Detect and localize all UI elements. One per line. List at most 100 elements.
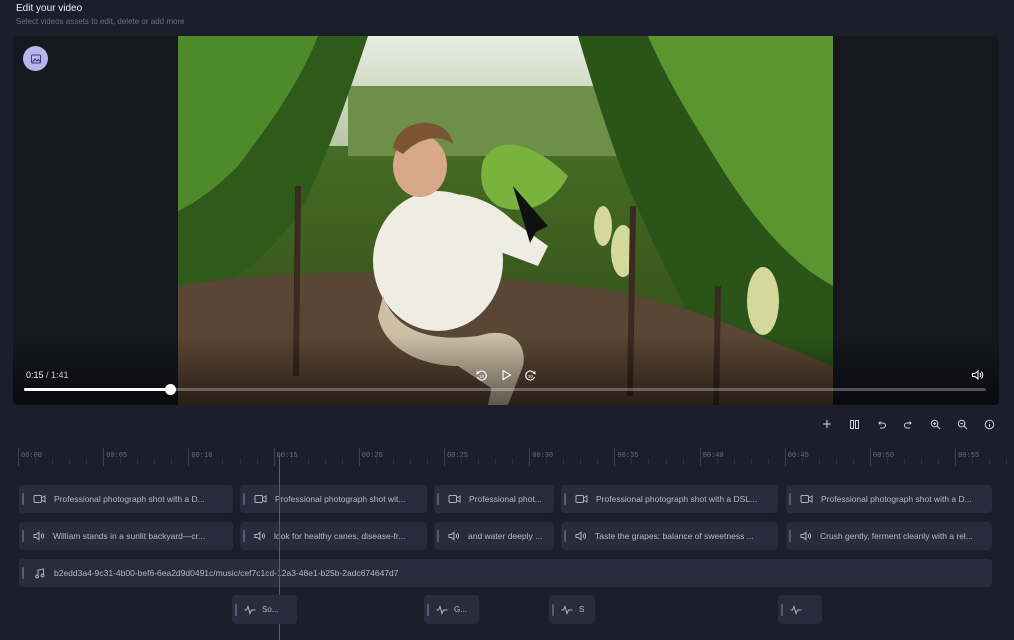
ruler-tick: [188, 448, 190, 466]
video-clip[interactable]: Professional phot...: [434, 485, 554, 513]
clip-trim-handle[interactable]: [22, 530, 24, 542]
voiceover-track: William stands in a sunlit backyard—cr..…: [19, 522, 992, 550]
voice-clip[interactable]: Crush gently, ferment cleanly with a rel…: [786, 522, 992, 550]
sound-effect-label: So...: [262, 605, 279, 614]
clip-trim-handle[interactable]: [781, 603, 783, 616]
progress-handle[interactable]: [164, 384, 176, 395]
video-clip[interactable]: Professional photograph shot with a D...: [19, 485, 233, 513]
ruler-minor-tick: [631, 458, 633, 464]
ruler-minor-tick: [307, 458, 309, 464]
zoom-in-button[interactable]: [928, 417, 942, 431]
speaker-icon: [448, 531, 460, 541]
zoom-in-icon: [930, 419, 940, 429]
video-camera-icon: [800, 494, 813, 504]
forward-10-icon: 30: [524, 370, 536, 381]
ruler-minor-tick: [222, 458, 224, 464]
ruler-minor-tick: [801, 458, 803, 464]
video-player[interactable]: 0:15 / 1:41 10 30: [13, 36, 999, 405]
speaker-icon: [800, 531, 812, 541]
clip-trim-handle[interactable]: [437, 530, 439, 542]
clip-trim-handle[interactable]: [235, 603, 237, 616]
sound-effect-clip[interactable]: So...: [232, 595, 297, 624]
ruler-minor-tick: [239, 458, 241, 464]
forward-10-button[interactable]: 30: [523, 368, 537, 382]
clip-trim-handle[interactable]: [22, 493, 24, 505]
video-camera-icon: [254, 494, 267, 504]
voice-clip[interactable]: Taste the grapes: balance of sweetness .…: [561, 522, 778, 550]
ruler-tick: [358, 448, 360, 466]
redo-icon: [903, 420, 912, 428]
volume-button[interactable]: [970, 368, 984, 382]
ruler-minor-tick: [69, 458, 71, 464]
undo-icon: [877, 420, 886, 428]
ruler-minor-tick: [120, 458, 122, 464]
ruler-minor-tick: [580, 458, 582, 464]
ruler-tick-label: 00:45: [787, 452, 809, 460]
ruler-tick: [444, 448, 445, 466]
ruler-minor-tick: [648, 458, 650, 464]
ruler-tick-label: 00:50: [873, 452, 895, 460]
progress-bar[interactable]: [24, 384, 986, 395]
clip-trim-handle[interactable]: [789, 493, 791, 505]
ruler-minor-tick: [375, 458, 377, 464]
ruler-minor-tick: [52, 458, 54, 464]
redo-button[interactable]: [901, 417, 915, 431]
video-clip[interactable]: Professional photograph shot with a DSL.…: [561, 485, 778, 513]
video-clip[interactable]: Professional photograph shot wit...: [240, 485, 427, 513]
thumbnail-button[interactable]: [23, 46, 48, 71]
ruler-minor-tick: [512, 458, 514, 464]
sound-effect-clip[interactable]: S: [549, 595, 595, 624]
undo-button[interactable]: [874, 417, 888, 431]
image-icon: [30, 54, 41, 63]
clip-trim-handle[interactable]: [789, 530, 791, 542]
ruler-tick: [103, 448, 105, 466]
ruler-minor-tick: [665, 458, 667, 464]
volume-icon: [971, 369, 983, 381]
split-button[interactable]: [847, 417, 861, 431]
voice-clip[interactable]: William stands in a sunlit backyard—cr..…: [19, 522, 233, 550]
progress-fill: [24, 388, 171, 391]
ruler-minor-tick: [835, 458, 837, 464]
ruler-tick: [529, 448, 531, 466]
rewind-10-button[interactable]: 10: [474, 368, 488, 382]
ruler-minor-tick: [137, 458, 139, 464]
ruler-tick: [614, 448, 616, 466]
music-icon: [34, 567, 45, 579]
clip-trim-handle[interactable]: [243, 493, 245, 505]
clip-trim-handle[interactable]: [427, 603, 429, 616]
ruler-minor-tick: [205, 458, 207, 464]
play-button[interactable]: [499, 368, 513, 382]
clip-label: Taste the grapes: balance of sweetness .…: [595, 531, 754, 541]
ruler-minor-tick: [154, 458, 156, 464]
sound-effect-clip[interactable]: [778, 595, 822, 624]
ruler-tick: [699, 448, 701, 466]
music-clip[interactable]: b2edd3a4-9c31-4b00-bef6-6ea2d9d0491c/mus…: [19, 559, 992, 587]
ruler-minor-tick: [716, 458, 718, 464]
info-button[interactable]: [982, 417, 996, 431]
clip-trim-handle[interactable]: [552, 603, 554, 616]
add-button[interactable]: [820, 417, 834, 431]
clip-trim-handle[interactable]: [564, 493, 566, 505]
clip-trim-handle[interactable]: [564, 530, 566, 542]
ruler-minor-tick: [563, 458, 565, 464]
timeline-ruler[interactable]: 00:00 00:05 00:10 00:15 00:20 00:25 00:30 00:35…: [18, 448, 1008, 470]
ruler-tick-label: 00:40: [702, 452, 724, 460]
ruler-tick-label: 00:35: [617, 452, 639, 460]
video-clip[interactable]: Professional photograph shot with a D...: [786, 485, 992, 513]
speaker-icon: [254, 531, 266, 541]
ruler-minor-tick: [461, 458, 463, 464]
ruler-minor-tick: [750, 458, 752, 464]
zoom-out-button[interactable]: [955, 417, 969, 431]
ruler-minor-tick: [409, 458, 411, 464]
voice-clip[interactable]: look for healthy canes, disease-fr...: [240, 522, 427, 550]
voice-clip[interactable]: and water deeply ...: [434, 522, 554, 550]
clip-trim-handle[interactable]: [243, 530, 245, 542]
video-track: Professional photograph shot with a D...…: [19, 485, 992, 513]
page-title: Edit your video: [16, 3, 83, 14]
speaker-icon: [33, 531, 45, 541]
ruler-minor-tick: [546, 458, 548, 464]
ruler-minor-tick: [256, 458, 258, 464]
sound-effect-clip[interactable]: G...: [424, 595, 479, 624]
clip-trim-handle[interactable]: [437, 493, 439, 505]
ruler-minor-tick: [392, 458, 394, 464]
